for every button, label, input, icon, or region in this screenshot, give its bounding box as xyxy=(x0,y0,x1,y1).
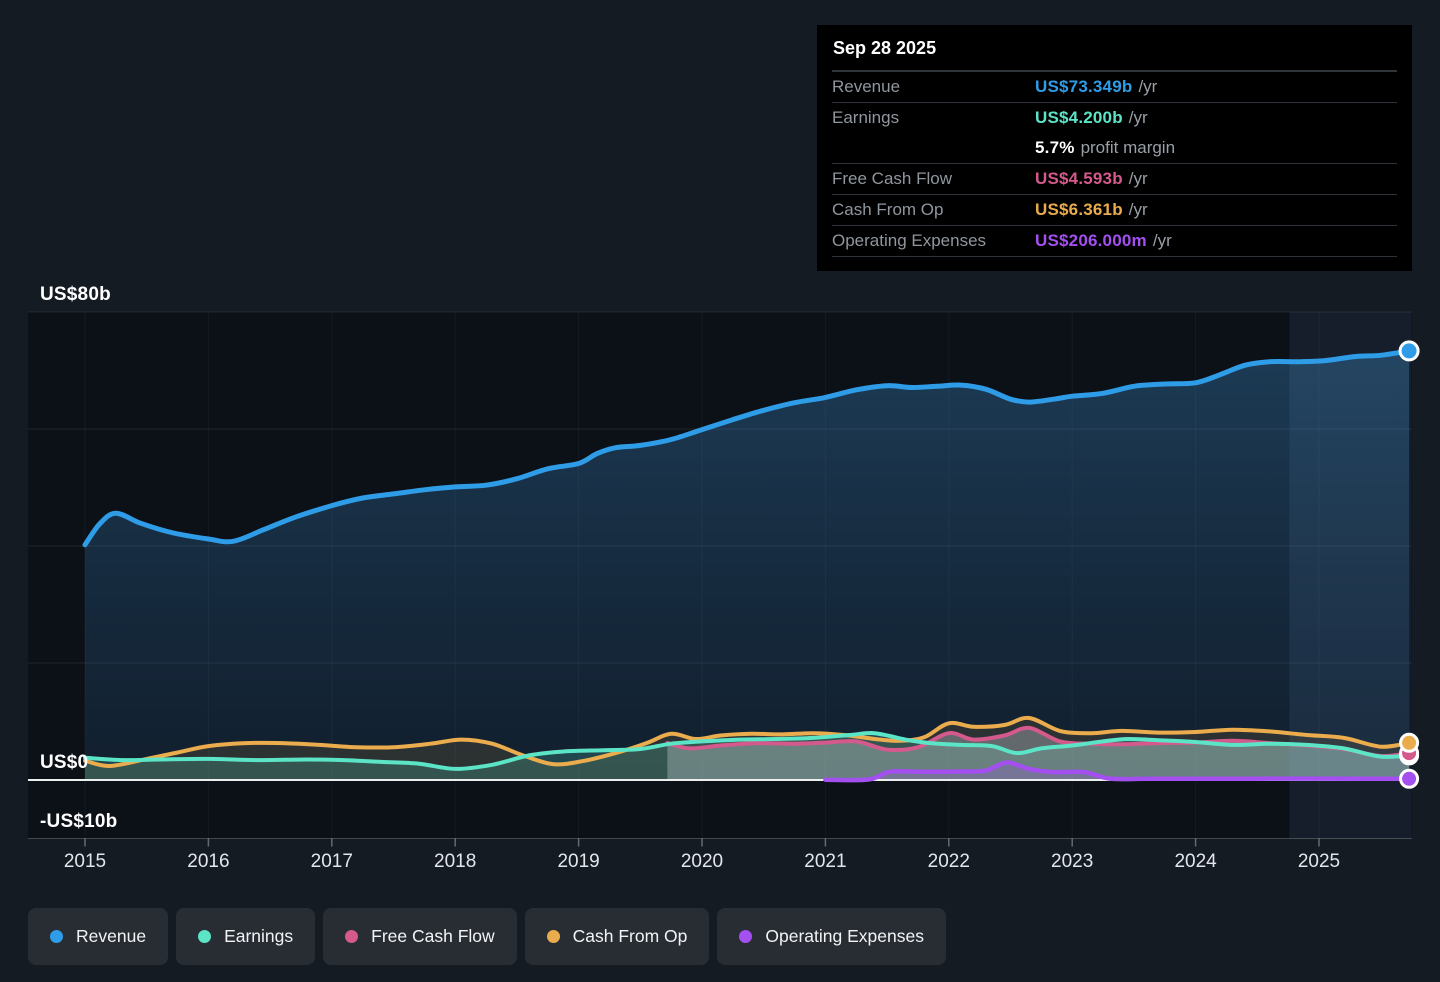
cash-from-op-legend-dot xyxy=(546,930,560,943)
profit-margin-value: 5.7% xyxy=(1035,138,1075,157)
profit-margin-label: profit margin xyxy=(1080,138,1176,157)
tooltip-unit: /yr xyxy=(1128,169,1148,188)
stock-financials-chart: US$80b US$0 -US$10b 2015 2016 2017 2018 2019 20… xyxy=(0,0,1440,982)
x-axis-label: 2023 xyxy=(1051,851,1094,872)
tooltip-row-free-cash-flow: Free Cash Flow US$4.593b /yr xyxy=(832,163,1397,194)
tooltip-label: Free Cash Flow xyxy=(832,169,952,188)
x-axis-label: 2022 xyxy=(927,851,970,872)
legend-item-earnings[interactable]: Earnings xyxy=(176,908,316,965)
x-axis-label: 2021 xyxy=(804,851,847,872)
free-cash-flow-legend-dot xyxy=(345,930,359,943)
x-axis-label: 2024 xyxy=(1174,851,1217,872)
tooltip-unit: /yr xyxy=(1152,231,1172,250)
y-axis-label: US$0 xyxy=(40,752,89,773)
x-axis-label: 2018 xyxy=(434,851,477,872)
y-axis-label: -US$10b xyxy=(40,810,118,832)
revenue-legend-dot xyxy=(50,930,63,943)
x-axis-label: 2020 xyxy=(680,851,724,872)
legend-label: Free Cash Flow xyxy=(371,926,495,946)
tooltip-row-revenue: Revenue US$73.349b /yr xyxy=(832,71,1397,102)
cash_from_op-endpoint-marker[interactable] xyxy=(1399,732,1420,753)
legend-label: Operating Expenses xyxy=(765,926,924,946)
ttm-highlight-band xyxy=(1289,312,1412,839)
operating-expenses-legend-dot xyxy=(739,930,753,943)
x-axis-label: 2017 xyxy=(310,851,353,872)
operating_expenses-endpoint-marker[interactable] xyxy=(1399,768,1420,789)
tooltip-unit: /yr xyxy=(1128,108,1148,127)
tooltip-label: Operating Expenses xyxy=(832,231,987,250)
tooltip-row-earnings: Earnings US$4.200b /yr xyxy=(832,102,1397,133)
tooltip-unit: /yr xyxy=(1128,200,1148,219)
legend-item-cash-from-op[interactable]: Cash From Op xyxy=(524,908,710,965)
x-axis-label: 2015 xyxy=(63,851,107,872)
tooltip-value: US$4.200b xyxy=(1035,108,1123,127)
x-axis-label: 2025 xyxy=(1297,851,1341,872)
tooltip-label: Revenue xyxy=(832,77,901,96)
x-axis-label: 2016 xyxy=(187,851,230,872)
chart-tooltip: Sep 28 2025 Revenue US$73.349b /yr Earni… xyxy=(817,25,1412,271)
tooltip-value: US$4.593b xyxy=(1035,169,1123,188)
tooltip-label: Earnings xyxy=(832,108,900,127)
legend-label: Cash From Op xyxy=(572,926,688,946)
tooltip-row-cash-from-op: Cash From Op US$6.361b /yr xyxy=(832,194,1397,225)
legend-item-free-cash-flow[interactable]: Free Cash Flow xyxy=(323,908,517,965)
x-axis-label: 2019 xyxy=(557,851,600,872)
revenue-endpoint-marker[interactable] xyxy=(1398,340,1420,362)
earnings-legend-dot xyxy=(198,930,212,943)
tooltip-row-profit-margin: 5.7% profit margin xyxy=(832,133,1397,163)
tooltip-unit: /yr xyxy=(1138,77,1158,96)
tooltip-date: Sep 28 2025 xyxy=(832,25,1397,71)
tooltip-value: US$73.349b xyxy=(1035,77,1133,96)
legend-item-revenue[interactable]: Revenue xyxy=(28,908,169,965)
tooltip-value: US$206.000m xyxy=(1035,231,1147,250)
legend-label: Revenue xyxy=(76,926,147,946)
tooltip-row-operating-expenses: Operating Expenses US$206.000m /yr xyxy=(832,225,1397,257)
tooltip-label: Cash From Op xyxy=(832,200,944,219)
y-axis-label: US$80b xyxy=(40,284,111,305)
legend-item-operating-expenses[interactable]: Operating Expenses xyxy=(717,908,946,965)
legend-label: Earnings xyxy=(224,926,294,946)
tooltip-value: US$6.361b xyxy=(1035,200,1123,219)
chart-legend: Revenue Earnings Free Cash Flow Cash Fro… xyxy=(28,908,946,965)
